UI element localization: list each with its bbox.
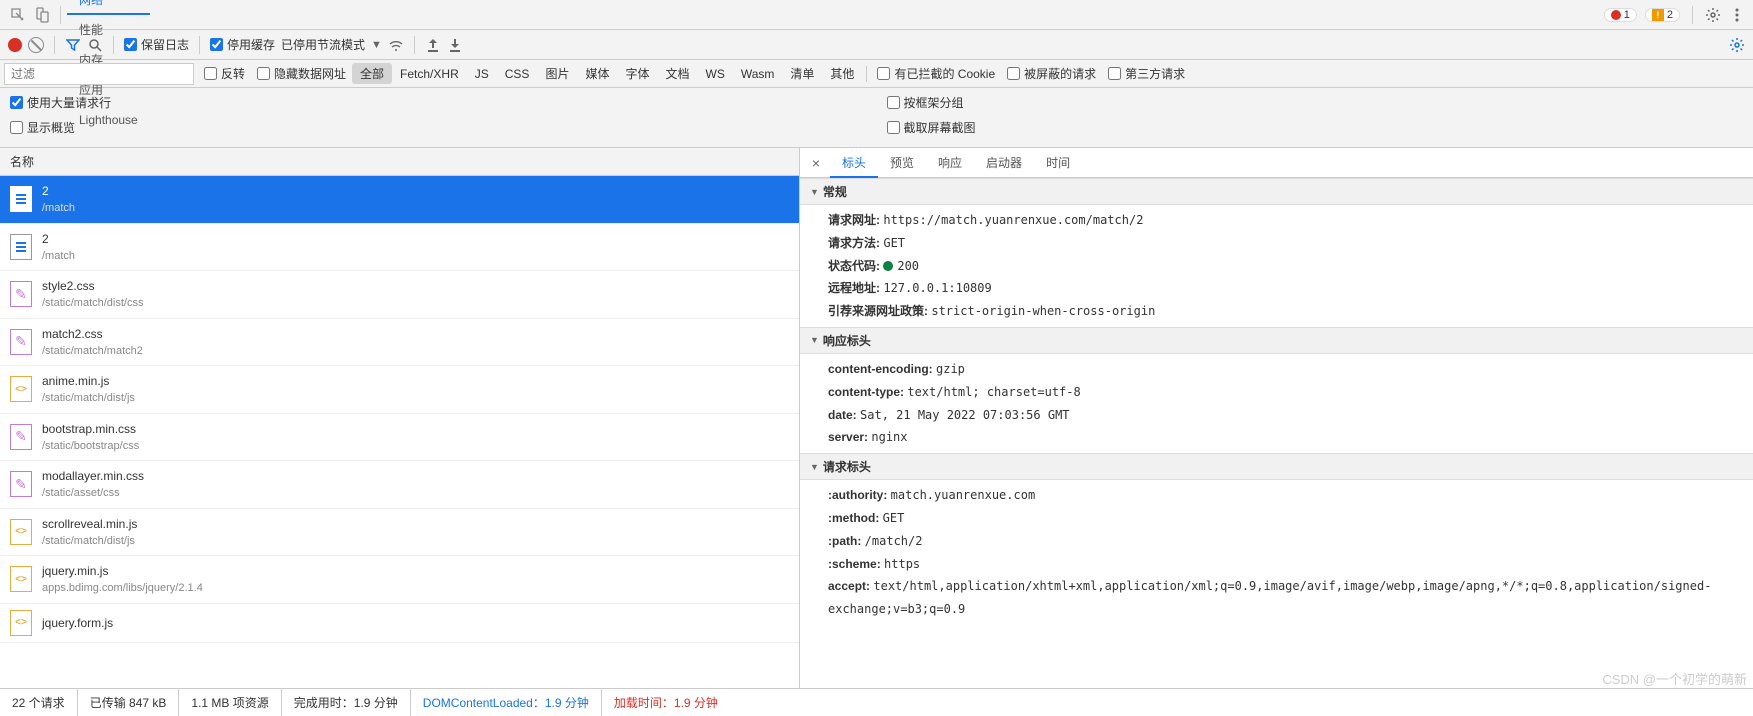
device-icon[interactable]	[30, 3, 54, 27]
filter-type-CSS[interactable]: CSS	[497, 65, 538, 83]
section-response-headers[interactable]: 响应标头	[800, 327, 1753, 354]
js-file-icon: <>	[10, 566, 32, 592]
filter-type-图片[interactable]: 图片	[537, 63, 577, 84]
css-file-icon: ✎	[10, 471, 32, 497]
show-overview-checkbox[interactable]: 显示概览	[10, 119, 867, 136]
request-row[interactable]: <>anime.min.js/static/match/dist/js	[0, 366, 799, 414]
status-finish: 完成用时：1.9 分钟	[282, 689, 411, 716]
filter-type-WS[interactable]: WS	[698, 65, 733, 83]
request-row[interactable]: 2/match	[0, 224, 799, 272]
close-icon[interactable]: ×	[806, 155, 826, 171]
doc-file-icon	[10, 186, 32, 212]
request-row[interactable]: ✎bootstrap.min.css/static/bootstrap/css	[0, 414, 799, 462]
filter-type-Wasm[interactable]: Wasm	[733, 65, 783, 83]
download-icon[interactable]	[447, 37, 463, 53]
general-content: 请求网址: https://match.yuanrenxue.com/match…	[800, 205, 1753, 327]
css-file-icon: ✎	[10, 424, 32, 450]
filter-type-字体[interactable]: 字体	[617, 63, 657, 84]
upload-icon[interactable]	[425, 37, 441, 53]
status-bar: 22 个请求 已传输 847 kB 1.1 MB 项资源 完成用时：1.9 分钟…	[0, 688, 1753, 716]
clear-button[interactable]	[28, 37, 44, 53]
details-panel: × 标头预览响应启动器时间 常规 请求网址: https://match.yua…	[800, 148, 1753, 688]
detail-tab-时间[interactable]: 时间	[1034, 148, 1082, 178]
request-row[interactable]: <>scrollreveal.min.js/static/match/dist/…	[0, 509, 799, 557]
settings-gear-icon[interactable]	[1729, 37, 1745, 53]
gear-icon[interactable]	[1705, 7, 1721, 23]
status-resources: 1.1 MB 项资源	[179, 689, 281, 716]
filter-type-清单[interactable]: 清单	[782, 63, 822, 84]
chevron-down-icon[interactable]: ▼	[371, 39, 382, 51]
third-party-checkbox[interactable]: 第三方请求	[1108, 65, 1185, 82]
blocked-requests-checkbox[interactable]: 被屏蔽的请求	[1007, 65, 1096, 82]
kebab-icon[interactable]	[1729, 7, 1745, 23]
error-badge[interactable]: 1	[1604, 8, 1637, 22]
devtools-tabs: 元素控制台源代码网络性能内存应用Lighthouse 1 !2	[0, 0, 1753, 30]
divider	[60, 6, 61, 24]
filter-type-JS[interactable]: JS	[467, 65, 497, 83]
css-file-icon: ✎	[10, 329, 32, 355]
request-row[interactable]: ✎modallayer.min.css/static/asset/css	[0, 461, 799, 509]
request-row[interactable]: <>jquery.min.jsapps.bdimg.com/libs/jquer…	[0, 556, 799, 604]
search-icon[interactable]	[87, 37, 103, 53]
request-row[interactable]: ✎match2.css/static/match/match2	[0, 319, 799, 367]
blocked-cookies-checkbox[interactable]: 有已拦截的 Cookie	[877, 65, 995, 82]
status-dcl: DOMContentLoaded：1.9 分钟	[411, 689, 602, 716]
filter-icon[interactable]	[65, 37, 81, 53]
hide-data-urls-checkbox[interactable]: 隐藏数据网址	[257, 65, 346, 82]
request-headers-content: :authority: match.yuanrenxue.com:method:…	[800, 480, 1753, 625]
detail-tab-启动器[interactable]: 启动器	[974, 148, 1034, 178]
invert-checkbox[interactable]: 反转	[204, 65, 245, 82]
detail-tab-响应[interactable]: 响应	[926, 148, 974, 178]
section-request-headers[interactable]: 请求标头	[800, 453, 1753, 480]
js-file-icon: <>	[10, 519, 32, 545]
network-toolbar: 保留日志 停用缓存 已停用节流模式 ▼	[0, 30, 1753, 60]
status-load: 加载时间：1.9 分钟	[602, 689, 730, 716]
status-transferred: 已传输 847 kB	[78, 689, 180, 716]
request-row[interactable]: ✎style2.css/static/match/dist/css	[0, 271, 799, 319]
js-file-icon: <>	[10, 610, 32, 636]
screenshots-checkbox[interactable]: 截取屏幕截图	[887, 119, 1744, 136]
filter-type-媒体[interactable]: 媒体	[577, 63, 617, 84]
disable-cache-checkbox[interactable]: 停用缓存	[210, 36, 275, 53]
inspect-icon[interactable]	[6, 3, 30, 27]
filter-type-Fetch/XHR[interactable]: Fetch/XHR	[392, 65, 467, 83]
throttling-select[interactable]: 已停用节流模式	[281, 36, 365, 53]
column-header-name[interactable]: 名称	[0, 148, 799, 176]
detail-tab-标头[interactable]: 标头	[830, 148, 878, 178]
requests-list[interactable]: 2/match2/match✎style2.css/static/match/d…	[0, 176, 799, 688]
status-requests: 22 个请求	[0, 689, 78, 716]
large-rows-checkbox[interactable]: 使用大量请求行	[10, 94, 867, 111]
css-file-icon: ✎	[10, 281, 32, 307]
tab-网络[interactable]: 网络	[67, 0, 150, 15]
status-dot-icon	[883, 261, 893, 271]
group-by-frame-checkbox[interactable]: 按框架分组	[887, 94, 1744, 111]
filter-type-文档[interactable]: 文档	[657, 63, 697, 84]
request-row[interactable]: <>jquery.form.js	[0, 604, 799, 643]
response-headers-content: content-encoding: gzipcontent-type: text…	[800, 354, 1753, 453]
filter-bar: 反转 隐藏数据网址 全部Fetch/XHRJSCSS图片媒体字体文档WSWasm…	[0, 60, 1753, 88]
filter-input[interactable]	[4, 63, 194, 85]
section-general[interactable]: 常规	[800, 178, 1753, 205]
record-button[interactable]	[8, 38, 22, 52]
filter-type-其他[interactable]: 其他	[822, 63, 862, 84]
doc-file-icon	[10, 234, 32, 260]
filter-type-全部[interactable]: 全部	[352, 63, 392, 84]
detail-tab-预览[interactable]: 预览	[878, 148, 926, 178]
warning-badge[interactable]: !2	[1645, 8, 1680, 22]
preserve-log-checkbox[interactable]: 保留日志	[124, 36, 189, 53]
js-file-icon: <>	[10, 376, 32, 402]
options-bar: 使用大量请求行 显示概览 按框架分组 截取屏幕截图	[0, 88, 1753, 148]
request-row[interactable]: 2/match	[0, 176, 799, 224]
wifi-icon[interactable]	[388, 37, 404, 53]
requests-panel: 名称 2/match2/match✎style2.css/static/matc…	[0, 148, 800, 688]
